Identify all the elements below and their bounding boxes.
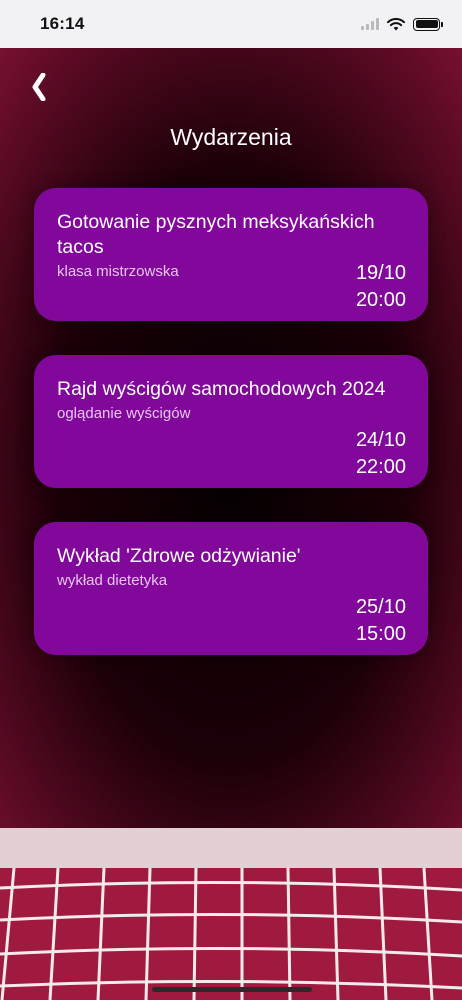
page-title: Wydarzenia [170,124,292,150]
status-bar: 16:14 [0,0,462,48]
event-date: 25/10 [355,596,406,618]
event-subtitle: oglądanie wyścigów [57,405,191,422]
events-screen: Wydarzenia Gotowanie pysznych meksykańsk… [0,48,462,1000]
event-date: 24/10 [355,429,406,451]
chevron-left-icon [32,73,46,101]
home-indicator [152,987,312,992]
event-card[interactable]: Gotowanie pysznych meksykańskich tacos k… [34,188,428,321]
signal-icon [361,18,379,30]
battery-icon [413,17,443,31]
back-button[interactable] [24,70,54,104]
event-card[interactable]: Wykład 'Zdrowe odżywianie' wykład dietet… [34,522,428,655]
status-icons [361,17,443,31]
wifi-icon [387,17,405,30]
event-title: Wykład 'Zdrowe odżywianie' [57,545,301,567]
net-grid [0,868,462,1000]
event-time: 15:00 [355,623,406,645]
event-date: 19/10 [355,262,406,284]
background-net-illustration [0,828,462,1000]
event-card[interactable]: Rajd wyścigów samochodowych 2024 oglądan… [34,355,428,488]
event-title: Gotowanie pysznych meksykańskich tacos [57,211,375,258]
event-title: Rajd wyścigów samochodowych 2024 [57,378,386,400]
status-time: 16:14 [40,14,85,33]
event-time: 22:00 [355,456,406,478]
event-subtitle: klasa mistrzowska [57,263,179,280]
event-subtitle: wykład dietetyka [57,572,168,589]
event-time: 20:00 [355,289,406,311]
events-list: Gotowanie pysznych meksykańskich tacos k… [34,188,428,689]
